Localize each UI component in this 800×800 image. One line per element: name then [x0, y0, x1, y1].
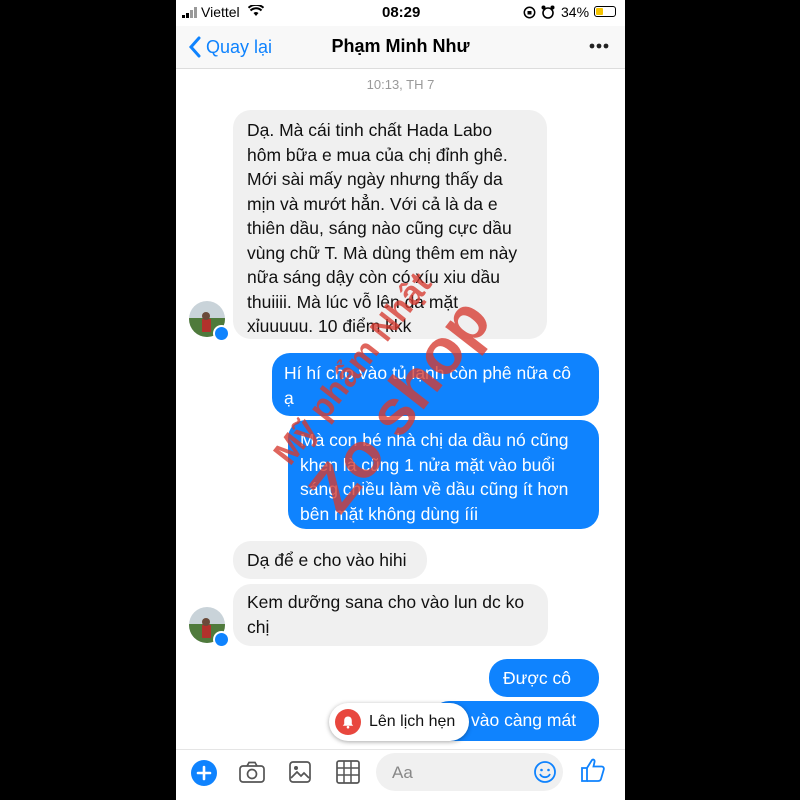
battery-label: 34% — [561, 4, 590, 20]
message-line: sáng chiều làm về dầu cũng ít hơn — [300, 479, 569, 499]
carrier-label: Viettel — [201, 4, 240, 20]
message-line: vùng chữ T. Mà dùng thêm em này — [247, 242, 518, 263]
camera-icon[interactable] — [239, 761, 265, 783]
messenger-badge-icon — [213, 325, 230, 342]
wifi-icon — [248, 5, 264, 16]
alarm-icon — [541, 5, 555, 19]
phone-screen: Viettel 08:29 34% Quay lại Phạm Minh Như — [176, 0, 625, 800]
emoji-icon[interactable] — [533, 760, 557, 784]
like-icon[interactable] — [580, 757, 606, 783]
composer-bar: Aa — [176, 749, 625, 800]
battery-icon — [594, 6, 616, 17]
signal-icon — [182, 7, 197, 18]
message-line: Mà con bé nhà chị da dầu nó cũng — [300, 430, 569, 450]
message-incoming[interactable]: Kem dưỡng sana cho vào lun dc ko chị — [233, 584, 548, 646]
message-line: khen là cũng 1 nửa mặt vào buổi — [300, 454, 555, 475]
messenger-badge-icon — [213, 631, 230, 648]
message-line: ạ — [284, 387, 294, 408]
photo-icon[interactable] — [289, 761, 311, 783]
bell-icon — [335, 709, 361, 735]
grid-icon[interactable] — [336, 760, 360, 784]
message-line: chị — [247, 616, 270, 637]
message-line: nữa sáng dậy còn có xíu xiu dầu — [247, 267, 500, 287]
message-thread[interactable]: 10:13, TH 7 Dạ. Mà cái tinh chất Hada La… — [176, 69, 625, 749]
schedule-reminder-chip[interactable]: Lên lịch hẹn — [329, 703, 469, 741]
message-line: Mới sài mấy ngày nhưng thấy da — [247, 169, 503, 189]
message-line: Kem dưỡng sana cho vào lun dc ko — [247, 592, 525, 612]
more-icon[interactable] — [589, 43, 609, 49]
message-incoming[interactable]: Dạ để e cho vào hihi — [233, 541, 427, 579]
status-bar: Viettel 08:29 34% — [176, 0, 625, 26]
reminder-chip-label: Lên lịch hẹn — [369, 713, 456, 730]
message-line: Dạ để e cho vào hihi — [247, 550, 407, 570]
message-input-placeholder: Aa — [392, 763, 413, 782]
message-incoming[interactable]: Dạ. Mà cái tinh chất Hada Labo hôm bữa e… — [233, 110, 547, 339]
clock: 08:29 — [382, 4, 421, 21]
message-outgoing[interactable]: Hí hí cho vào tủ lạnh còn phê nữa cô ạ — [272, 353, 599, 416]
message-outgoing[interactable]: Được cô ạ — [489, 659, 599, 713]
message-line: bên mặt không dùng ííi — [300, 503, 479, 524]
message-line: xỉuuuuu. 10 điểm kkk — [247, 316, 412, 336]
message-line: mịn và mướt hẳn. Với cả là da e — [247, 193, 498, 214]
message-line: vào càng mát — [471, 710, 577, 730]
thread-timestamp: 10:13, TH 7 — [366, 77, 435, 92]
message-outgoing[interactable]: Mà con bé nhà chị da dầu nó cũng khen là… — [288, 420, 599, 529]
message-line: thiên dầu, sáng nào cũng cực dầu — [247, 218, 512, 238]
lock-rotation-icon — [523, 6, 536, 19]
add-icon[interactable] — [191, 760, 217, 786]
message-line: thuiiii. Mà lúc vỗ lên da mặt — [247, 291, 459, 312]
message-line: Hí hí cho vào tủ lạnh còn phê nữa cô — [284, 363, 572, 383]
contact-name[interactable]: Phạm Minh Như — [176, 36, 625, 57]
message-input[interactable]: Aa — [376, 753, 563, 791]
message-line: hôm bữa e mua của chị đỉnh ghê. — [247, 144, 508, 165]
conversation-header: Quay lại Phạm Minh Như — [176, 26, 625, 69]
message-line: Dạ. Mà cái tinh chất Hada Labo — [247, 120, 493, 140]
